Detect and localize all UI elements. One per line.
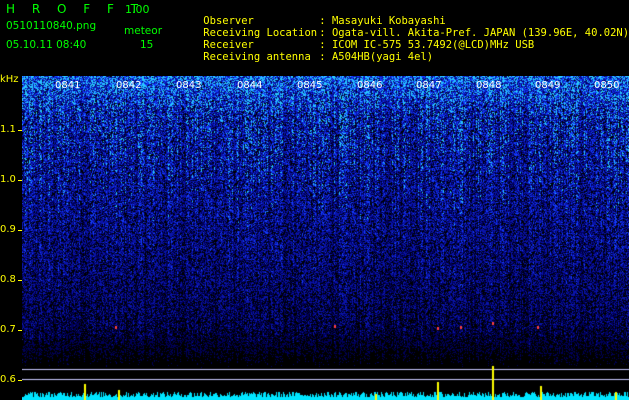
x-tick-label: 0841 <box>55 80 81 91</box>
x-tick-label: 0849 <box>535 80 561 91</box>
x-tick-label: 0846 <box>357 80 383 91</box>
y-tick <box>18 230 22 231</box>
info-key: Receiving antenna <box>203 51 311 63</box>
x-tick-label: 0850 <box>594 80 620 91</box>
meteor-count: 15 <box>140 39 154 51</box>
y-tick-label: 0.7 <box>0 324 16 335</box>
x-tick-label: 0844 <box>237 80 263 91</box>
y-tick <box>18 130 22 131</box>
y-axis-unit: kHz <box>0 74 19 85</box>
y-tick-label: 0.9 <box>0 224 16 235</box>
y-tick-label: 0.8 <box>0 274 16 285</box>
x-tick-label: 0847 <box>416 80 442 91</box>
info-row-antenna: Receiving antenna : A504HB(yagi 4el) <box>178 39 433 75</box>
y-tick <box>18 380 22 381</box>
x-tick-label: 0843 <box>176 80 202 91</box>
y-tick-label: 1.1 <box>0 124 16 135</box>
spectrogram <box>22 76 629 400</box>
x-tick-label: 0845 <box>297 80 323 91</box>
x-tick-label: 0848 <box>476 80 502 91</box>
y-tick <box>18 280 22 281</box>
y-tick-label: 1.0 <box>0 174 16 185</box>
file-datetime: 05.10.11 08:40 <box>6 39 87 51</box>
x-tick-label: 0842 <box>116 80 142 91</box>
spectrogram-canvas <box>22 76 629 400</box>
app-version: 1.00 <box>125 3 150 16</box>
info-value: : A504HB(yagi 4el) <box>319 51 434 63</box>
y-tick <box>18 180 22 181</box>
meteor-label: meteor <box>124 25 163 37</box>
file-name: 0510110840.png <box>6 20 97 32</box>
y-tick <box>18 330 22 331</box>
app-title: H R O F F T <box>6 2 145 16</box>
y-axis: kHz 1.1 1.0 0.9 0.8 0.7 0.6 <box>0 72 22 400</box>
y-tick-label: 0.6 <box>0 374 16 385</box>
